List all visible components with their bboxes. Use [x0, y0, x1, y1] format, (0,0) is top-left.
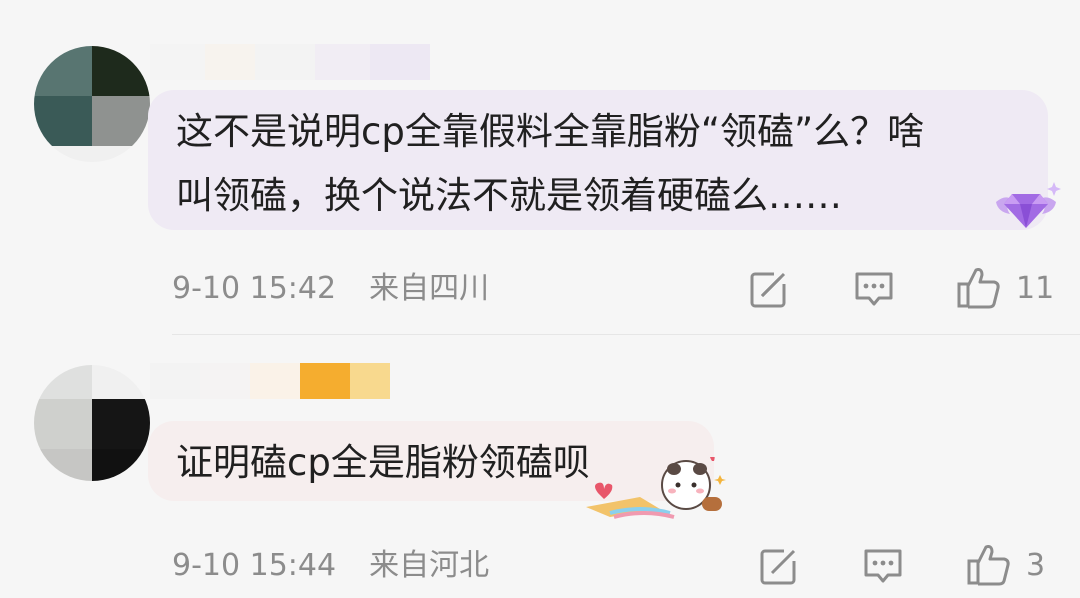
share-button[interactable] — [748, 268, 790, 310]
raccoon-sticker-icon — [580, 455, 730, 531]
comment-time: 9-10 15:44 — [172, 548, 337, 583]
comment-bubble[interactable]: 这不是说明cp全靠假料全靠脂粉“领磕”么？啥 叫领磕，换个说法不就是领着硬磕么…… — [148, 90, 1048, 230]
like-count: 11 — [1016, 270, 1055, 306]
like-button[interactable]: 3 — [966, 543, 1045, 587]
avatar[interactable] — [34, 365, 150, 481]
avatar[interactable] — [34, 46, 150, 162]
thumbs-up-icon — [967, 545, 1010, 586]
comment-text: 这不是说明cp全靠假料全靠脂粉“领磕”么？啥 叫领磕，换个说法不就是领着硬磕么…… — [176, 110, 925, 217]
comment-location: 来自河北 — [369, 548, 490, 583]
share-button[interactable] — [758, 545, 800, 587]
comment-item: 证明磕cp全是脂粉领磕呗 9-10 15:44 来自河北 3 — [0, 335, 1080, 598]
comment-location: 来自四川 — [369, 271, 490, 306]
username-blurred[interactable] — [150, 363, 390, 399]
comment-meta: 9-10 15:42 来自四川 — [172, 269, 489, 309]
like-button[interactable]: 11 — [956, 266, 1054, 310]
comment-meta: 9-10 15:44 来自河北 — [172, 546, 489, 586]
edit-icon — [760, 548, 797, 585]
thumbs-up-icon — [957, 268, 1000, 309]
reply-button[interactable] — [853, 268, 895, 310]
like-count: 3 — [1026, 547, 1046, 583]
reply-icon — [855, 272, 893, 306]
reply-icon — [864, 549, 902, 583]
username-blurred[interactable] — [150, 44, 430, 80]
diamond-badge-icon — [990, 176, 1062, 238]
comment-item: 这不是说明cp全靠假料全靠脂粉“领磕”么？啥 叫领磕，换个说法不就是领着硬磕么…… — [0, 0, 1080, 335]
reply-button[interactable] — [862, 545, 904, 587]
comment-time: 9-10 15:42 — [172, 271, 337, 306]
edit-icon — [750, 271, 787, 308]
